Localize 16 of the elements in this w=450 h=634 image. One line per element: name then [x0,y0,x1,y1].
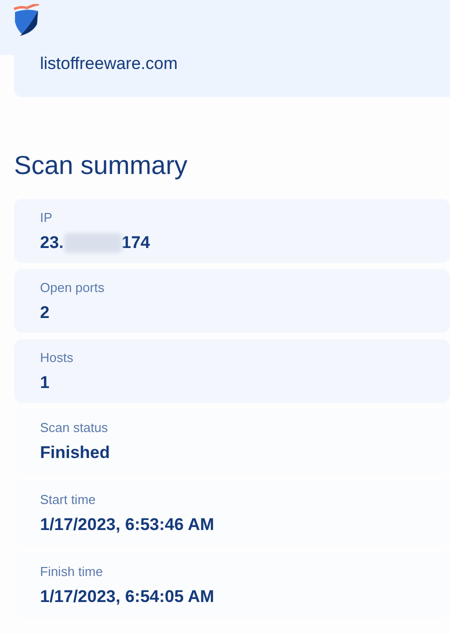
section-title: Scan summary [14,149,188,181]
field-label: Hosts [40,349,74,367]
field-value: 23. [40,232,64,254]
shield-logo-icon [13,4,41,36]
field-label: Open ports [40,279,106,297]
field-label: Scan status [40,419,109,437]
field-label: Finish time [40,563,104,581]
field-value: Finished [40,442,110,464]
field-label: Start time [40,491,97,509]
field-value: 174 [122,232,150,254]
field-label: IP [40,209,54,227]
field-value: 2 [40,302,50,324]
field-value: 1 [40,372,50,394]
field-value: 1/17/2023, 6:53:46 AM [40,514,214,536]
field-value: 1/17/2023, 6:54:05 AM [40,586,214,608]
domain-text: listoffreeware.com [40,55,179,73]
